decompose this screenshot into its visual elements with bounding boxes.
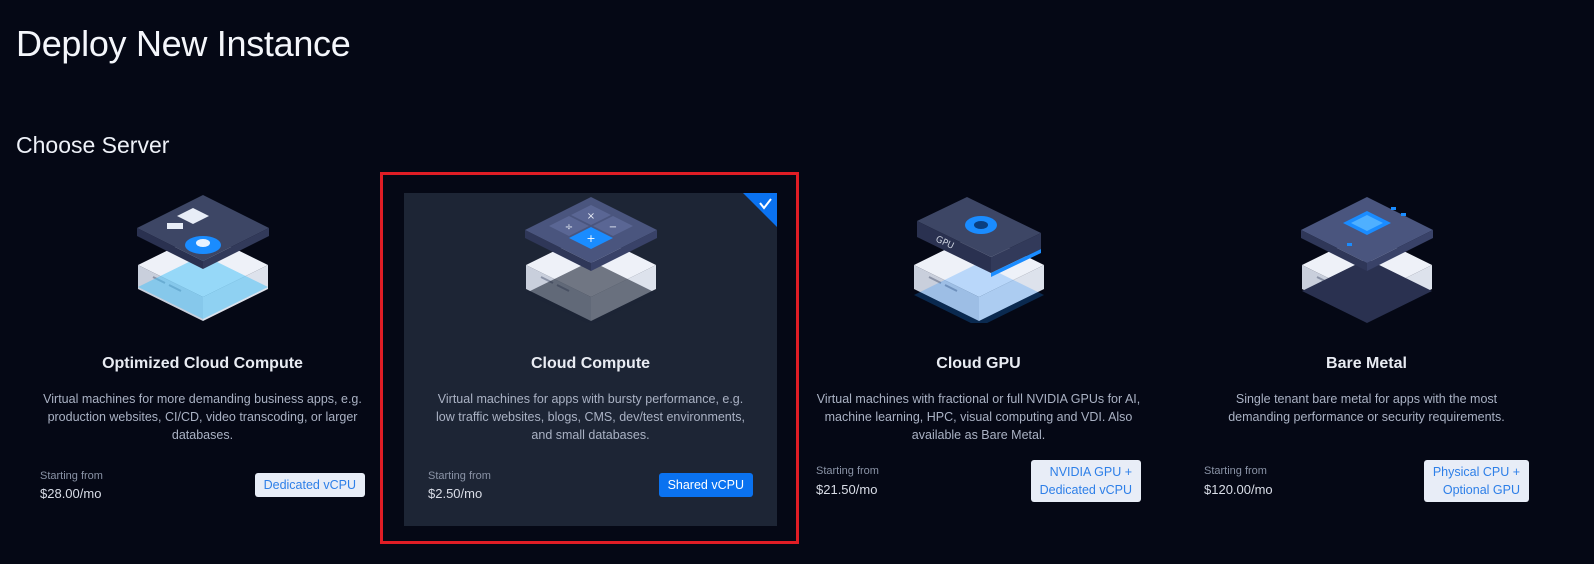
card-title: Optimized Cloud Compute	[102, 355, 303, 372]
svg-text:−: −	[608, 222, 616, 233]
price-label: Starting from	[1204, 465, 1267, 477]
cpu-type-badge: Physical CPU + Optional GPU	[1423, 460, 1529, 502]
price-label: Starting from	[40, 470, 103, 482]
card-description: Virtual machines for more demanding busi…	[43, 392, 362, 442]
card-title: Cloud GPU	[936, 355, 1021, 372]
price-value: $21.50/mo	[816, 482, 878, 497]
svg-text:÷: ÷	[564, 222, 572, 233]
price-value: $28.00/mo	[40, 486, 102, 501]
svg-text:+: +	[586, 232, 595, 245]
card-description: Single tenant bare metal for apps with t…	[1228, 392, 1505, 424]
server-option-cloud-gpu[interactable]: GPU Cloud GPU Virtual machines with frac…	[792, 193, 1165, 526]
price-value: $2.50/mo	[428, 486, 483, 501]
card-title: Bare Metal	[1326, 355, 1407, 372]
bare-metal-server-icon	[1300, 197, 1433, 323]
page-title: Deploy New Instance	[16, 23, 351, 64]
calculator-server-icon: × ÷ − +	[524, 197, 657, 323]
price-label: Starting from	[428, 470, 491, 482]
price-label: Starting from	[816, 465, 879, 477]
card-description: Virtual machines for apps with bursty pe…	[436, 392, 745, 442]
price-value: $120.00/mo	[1204, 482, 1273, 497]
optimized-server-icon	[136, 195, 269, 322]
card-title: Cloud Compute	[530, 355, 651, 372]
server-option-cloud-compute[interactable]: × ÷ − + Cloud Compute Virtual machines f…	[404, 193, 777, 526]
section-title: Choose Server	[16, 132, 170, 158]
cpu-type-badge: Dedicated vCPU	[254, 473, 365, 497]
card-description: Virtual machines with fractional or full…	[816, 392, 1141, 442]
cpu-type-badge: Shared vCPU	[658, 473, 753, 497]
gpu-server-icon: GPU	[912, 197, 1045, 323]
server-option-optimized-cloud-compute[interactable]: Optimized Cloud Compute Virtual machines…	[16, 193, 389, 526]
svg-text:×: ×	[586, 211, 594, 222]
selected-check-icon	[743, 193, 777, 227]
server-option-bare-metal[interactable]: Bare Metal Single tenant bare metal for …	[1180, 193, 1553, 526]
cpu-type-badge: NVIDIA GPU + Dedicated vCPU	[1030, 460, 1141, 502]
